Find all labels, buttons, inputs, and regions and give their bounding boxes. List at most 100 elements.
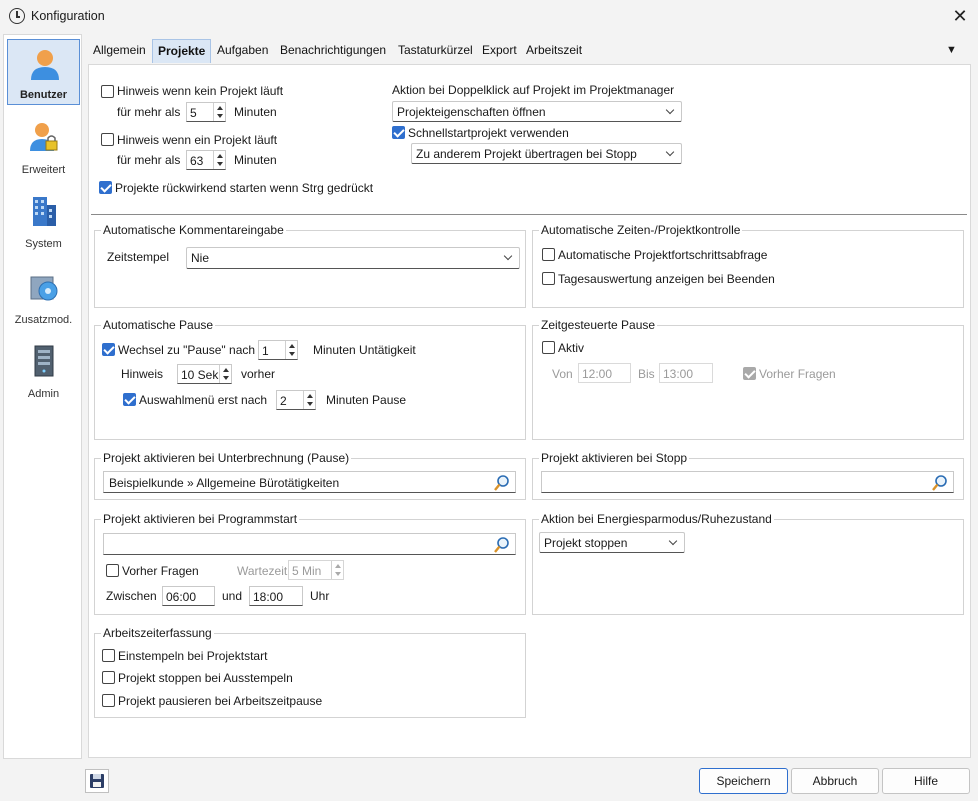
stepper-arrows[interactable] — [285, 341, 297, 359]
chevron-down-icon — [665, 105, 675, 115]
chevron-down-icon — [665, 147, 675, 157]
tab-overflow-arrow-icon[interactable]: ▼ — [946, 44, 957, 56]
minutes-pause-label: Minuten Pause — [326, 393, 407, 407]
search-icon[interactable] — [493, 474, 511, 492]
group-title: Automatische Zeiten-/Projektkontrolle — [539, 223, 743, 237]
project-running-hint-label: Hinweis wenn ein Projekt läuft — [117, 133, 278, 147]
switch-pause-minutes-stepper[interactable]: 1 — [258, 340, 298, 360]
clock-in-checkbox[interactable] — [102, 649, 115, 662]
select-value: Projekt stoppen — [544, 536, 628, 550]
stepper-value: 63 — [190, 154, 204, 168]
search-icon[interactable] — [493, 536, 511, 554]
sidebar-item-admin[interactable]: Admin — [7, 337, 80, 403]
tab-tastaturkuerzel[interactable]: Tastaturkürzel — [393, 39, 478, 63]
module-icon — [30, 276, 58, 301]
close-button[interactable]: ✕ — [946, 3, 974, 29]
timestamp-select[interactable]: Nie — [186, 247, 520, 269]
wait-time-label: Wartezeit — [237, 564, 288, 578]
timed-pause-active-label: Aktiv — [558, 341, 585, 355]
selection-menu-label: Auswahlmenü erst nach — [139, 393, 268, 407]
stepper-value: 2 — [280, 394, 287, 408]
program-start-to-input[interactable]: 18:00 — [249, 586, 303, 606]
stop-project-picker[interactable] — [541, 471, 954, 493]
quickstart-select[interactable]: Zu anderem Projekt übertragen bei Stopp — [411, 143, 682, 164]
save-disk-button[interactable] — [85, 769, 109, 793]
to-label: Bis — [638, 367, 655, 381]
sidebar-item-system[interactable]: System — [7, 187, 80, 253]
timed-pause-to-input[interactable]: 13:00 — [659, 363, 713, 383]
tab-bar: Allgemein Projekte Aufgaben Benachrichti… — [86, 39, 972, 63]
hint-seconds-stepper[interactable]: 10 Sek — [177, 364, 232, 384]
tab-arbeitszeit[interactable]: Arbeitszeit — [521, 39, 587, 63]
stepper-value: 10 Sek — [181, 368, 219, 382]
wait-time-stepper[interactable]: 5 Min — [288, 560, 344, 580]
tab-benachrichtigungen[interactable]: Benachrichtigungen — [275, 39, 391, 63]
save-button[interactable]: Speichern — [699, 768, 788, 794]
section-divider — [91, 214, 967, 215]
switch-pause-checkbox[interactable] — [102, 343, 115, 356]
switch-pause-label: Wechsel zu "Pause" nach — [118, 343, 256, 357]
daily-eval-checkbox[interactable] — [542, 272, 555, 285]
pause-on-break-checkbox[interactable] — [102, 694, 115, 707]
building-icon — [33, 197, 56, 226]
dblclick-action-select[interactable]: Projekteigenschaften öffnen — [392, 101, 682, 122]
project-running-minutes-stepper[interactable]: 63 — [186, 150, 226, 170]
quickstart-checkbox[interactable] — [392, 126, 405, 139]
tab-allgemein[interactable]: Allgemein — [88, 39, 151, 63]
sidebar-item-label: Admin — [27, 388, 60, 400]
window-title: Konfiguration — [31, 9, 105, 23]
stepper-arrows[interactable] — [303, 391, 315, 409]
sidebar-item-benutzer[interactable]: Benutzer — [7, 39, 80, 105]
tab-aufgaben[interactable]: Aufgaben — [212, 39, 273, 63]
interrupt-project-picker[interactable]: Beispielkunde » Allgemeine Bürotätigkeit… — [103, 471, 516, 493]
stop-on-clock-out-label: Projekt stoppen bei Ausstempeln — [118, 671, 293, 685]
program-start-ask-label: Vorher Fragen — [122, 564, 199, 578]
sidebar-item-zusatzmod[interactable]: Zusatzmod. — [7, 263, 80, 329]
select-value: Projekteigenschaften öffnen — [397, 105, 546, 119]
group-title: Aktion bei Energiesparmodus/Ruhezustand — [539, 512, 774, 526]
help-button[interactable]: Hilfe — [882, 768, 970, 794]
tab-export[interactable]: Export — [477, 39, 522, 63]
floppy-disk-icon — [90, 774, 104, 788]
no-project-hint-checkbox[interactable] — [101, 85, 114, 98]
timed-pause-from-input[interactable]: 12:00 — [578, 363, 631, 383]
user-lock-icon — [30, 123, 58, 151]
progress-query-checkbox[interactable] — [542, 248, 555, 261]
sidebar-item-label: Zusatzmod. — [14, 314, 73, 326]
stepper-arrows[interactable] — [219, 365, 231, 383]
retro-start-checkbox[interactable] — [99, 181, 112, 194]
from-label: Von — [552, 367, 573, 381]
chevron-down-icon — [503, 251, 513, 261]
dblclick-action-label: Aktion bei Doppelklick auf Projekt im Pr… — [392, 83, 675, 97]
energy-action-select[interactable]: Projekt stoppen — [539, 532, 685, 553]
timed-pause-active-checkbox[interactable] — [542, 341, 555, 354]
program-start-from-input[interactable]: 06:00 — [162, 586, 215, 606]
minutes-label: Minuten — [234, 105, 277, 119]
project-running-hint-checkbox[interactable] — [101, 133, 114, 146]
selection-menu-minutes-stepper[interactable]: 2 — [276, 390, 316, 410]
sidebar-item-erweitert[interactable]: Erweitert — [7, 113, 80, 179]
clock-in-label: Einstempeln bei Projektstart — [118, 649, 268, 663]
comment-group: Automatische Kommentareingabe — [94, 223, 526, 308]
stop-on-clock-out-checkbox[interactable] — [102, 671, 115, 684]
program-start-project-picker[interactable] — [103, 533, 516, 555]
stepper-arrows[interactable] — [213, 103, 225, 121]
select-value: Zu anderem Projekt übertragen bei Stopp — [416, 147, 637, 161]
tab-projekte[interactable]: Projekte — [152, 39, 212, 63]
stepper-value: 5 Min — [292, 564, 322, 578]
selection-menu-checkbox[interactable] — [123, 393, 136, 406]
group-title: Projekt aktivieren bei Stopp — [539, 451, 690, 465]
search-icon[interactable] — [931, 474, 949, 492]
program-start-ask-checkbox[interactable] — [106, 564, 119, 577]
stepper-arrows[interactable] — [213, 151, 225, 169]
for-more-than-label: für mehr als — [117, 153, 181, 167]
clock-label: Uhr — [310, 589, 330, 603]
stepper-arrows[interactable] — [331, 561, 343, 579]
picker-value: Beispielkunde » Allgemeine Bürotätigkeit… — [109, 476, 340, 490]
sidebar-item-label: System — [25, 238, 62, 250]
timed-pause-ask-checkbox[interactable] — [743, 367, 756, 380]
server-icon — [34, 345, 54, 377]
cancel-button[interactable]: Abbruch — [791, 768, 879, 794]
group-title: Projekt aktivieren bei Programmstart — [101, 512, 300, 526]
no-project-minutes-stepper[interactable]: 5 — [186, 102, 226, 122]
